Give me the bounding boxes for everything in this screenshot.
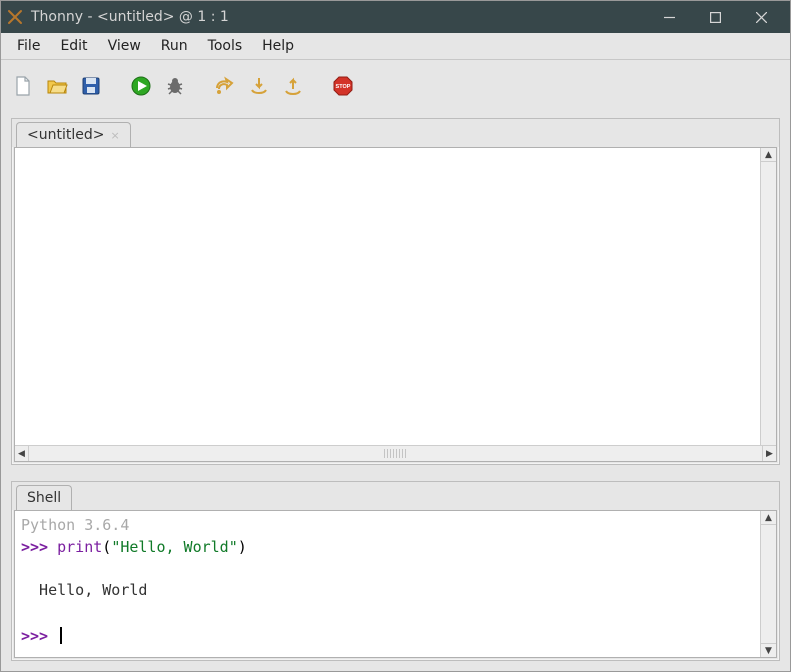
shell-cmd-open: ( xyxy=(102,538,111,556)
menu-run[interactable]: Run xyxy=(151,34,198,58)
scroll-left-icon: ◀ xyxy=(18,449,25,459)
editor-tabstrip: <untitled> × xyxy=(12,119,779,147)
shell-cmd-func: print xyxy=(57,538,102,556)
editor-horizontal-scrollbar[interactable]: ◀ ▶ xyxy=(15,445,776,461)
editor-pane: <untitled> × ▲ ▼ ◀ ▶ xyxy=(11,118,780,465)
editor-content-wrap: ▲ ▼ ◀ ▶ xyxy=(14,147,777,462)
titlebar: Thonny - <untitled> @ 1 : 1 xyxy=(1,1,790,33)
text-cursor xyxy=(60,627,62,644)
scroll-up-icon: ▲ xyxy=(765,150,772,160)
menu-file[interactable]: File xyxy=(7,34,50,58)
shell-cmd-str: "Hello, World" xyxy=(111,538,237,556)
shell-pane: Shell Python 3.6.4 >>> print("Hello, Wor… xyxy=(11,481,780,661)
editor-vertical-scrollbar[interactable]: ▲ ▼ xyxy=(760,148,776,461)
svg-text:STOP: STOP xyxy=(336,84,351,90)
app-icon xyxy=(7,9,23,25)
shell-cmd-close: ) xyxy=(238,538,247,556)
menu-help[interactable]: Help xyxy=(252,34,304,58)
editor-tab-label: <untitled> xyxy=(27,127,104,143)
menu-edit[interactable]: Edit xyxy=(50,34,97,58)
window-title: Thonny - <untitled> @ 1 : 1 xyxy=(31,9,229,25)
step-out-button[interactable] xyxy=(279,72,307,100)
menubar: File Edit View Run Tools Help xyxy=(1,33,790,60)
run-button[interactable] xyxy=(127,72,155,100)
toolbar: STOP xyxy=(1,60,790,112)
menu-view[interactable]: View xyxy=(98,34,151,58)
new-file-button[interactable] xyxy=(9,72,37,100)
shell-textarea[interactable]: Python 3.6.4 >>> print("Hello, World") H… xyxy=(15,511,760,657)
scroll-down-icon: ▼ xyxy=(765,646,772,656)
shell-vertical-scrollbar[interactable]: ▲ ▼ xyxy=(760,511,776,657)
close-button[interactable] xyxy=(738,1,784,33)
shell-content-wrap: Python 3.6.4 >>> print("Hello, World") H… xyxy=(14,510,777,658)
minimize-button[interactable] xyxy=(646,1,692,33)
save-button[interactable] xyxy=(77,72,105,100)
scroll-right-icon: ▶ xyxy=(766,449,773,459)
shell-prompt-2: >>> xyxy=(21,627,57,645)
open-file-button[interactable] xyxy=(43,72,71,100)
scroll-up-icon: ▲ xyxy=(765,513,772,523)
menu-tools[interactable]: Tools xyxy=(198,34,253,58)
step-into-button[interactable] xyxy=(245,72,273,100)
shell-prompt: >>> xyxy=(21,538,57,556)
maximize-button[interactable] xyxy=(692,1,738,33)
shell-tab[interactable]: Shell xyxy=(16,485,72,510)
shell-tab-label: Shell xyxy=(27,490,61,506)
close-icon[interactable]: × xyxy=(110,129,119,142)
editor-textarea[interactable] xyxy=(15,148,760,445)
scroll-grip-icon xyxy=(384,449,408,458)
shell-version-line: Python 3.6.4 xyxy=(21,516,129,534)
editor-tab[interactable]: <untitled> × xyxy=(16,122,131,147)
step-over-button[interactable] xyxy=(211,72,239,100)
shell-output: Hello, World xyxy=(21,581,147,599)
debug-button[interactable] xyxy=(161,72,189,100)
shell-tabstrip: Shell xyxy=(12,482,779,510)
stop-button[interactable]: STOP xyxy=(329,72,357,100)
